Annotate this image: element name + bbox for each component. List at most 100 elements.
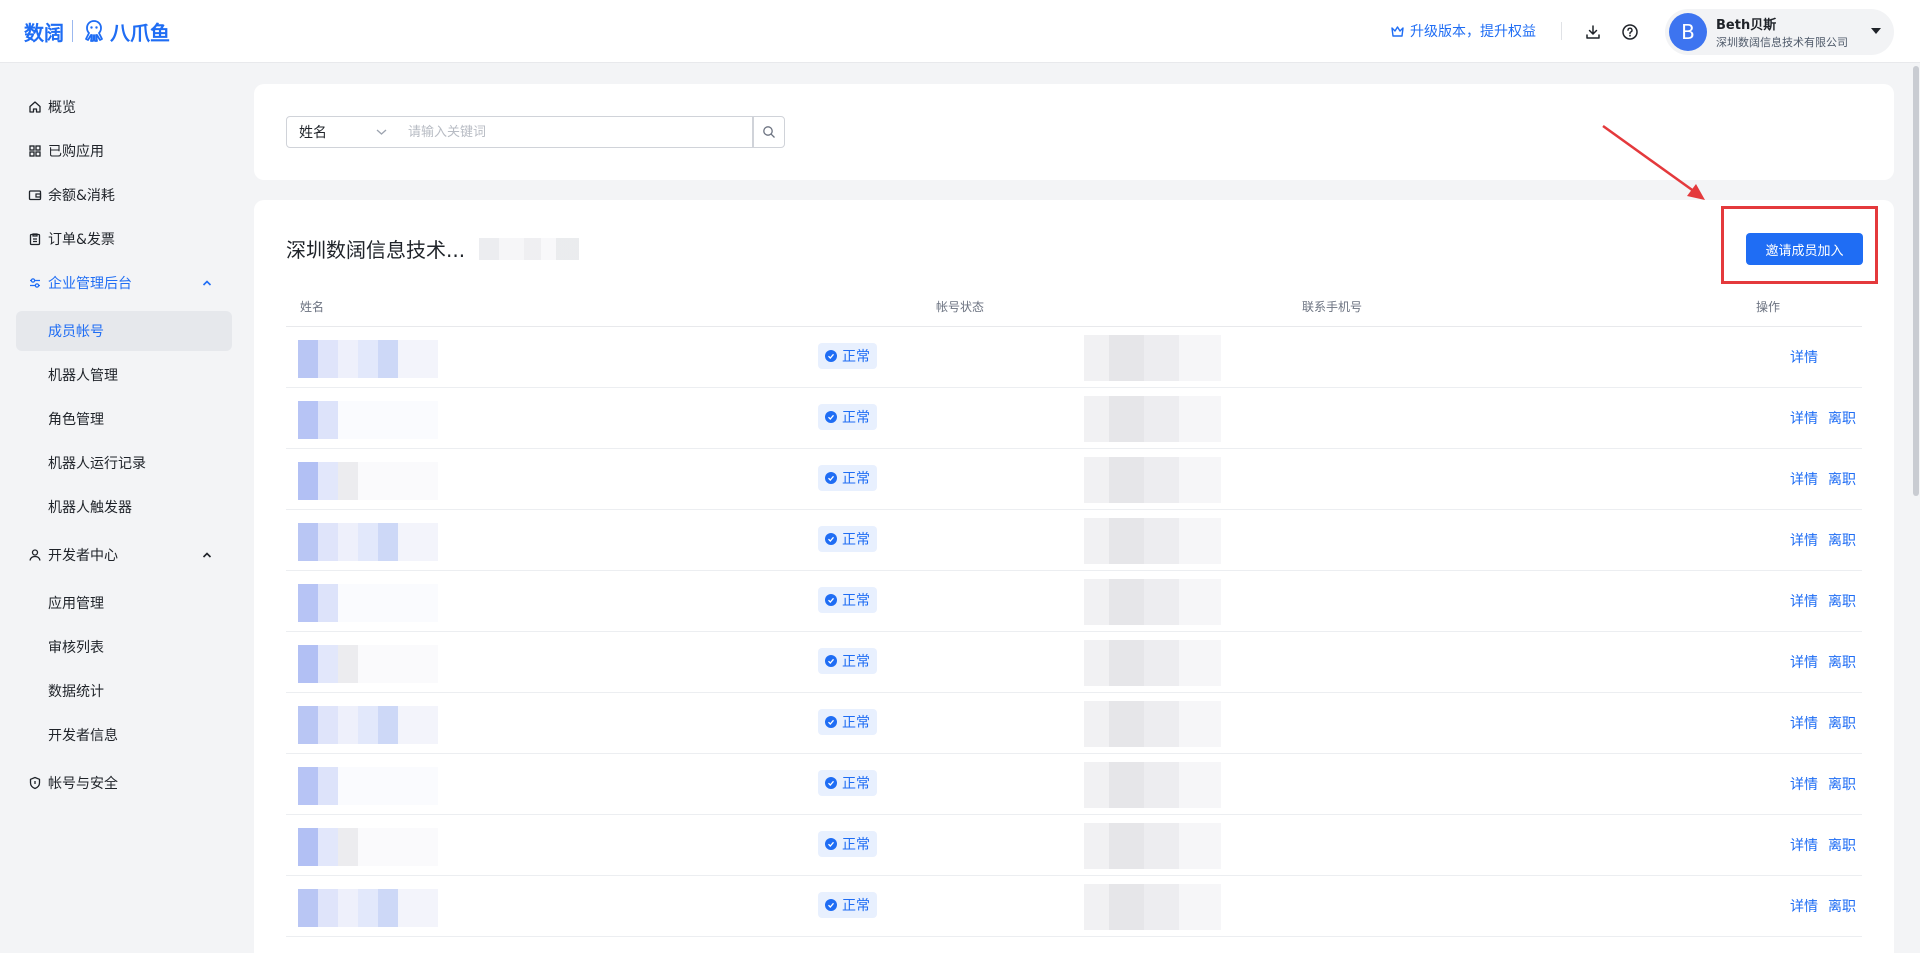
sidebar-item-label: 概览: [48, 100, 76, 116]
caret-down-icon: [1871, 28, 1881, 34]
logo-brand-left: 数阔: [24, 20, 64, 45]
logo[interactable]: 数阔 八爪鱼: [24, 16, 170, 46]
table-row: 正常 详情 离职: [286, 632, 1862, 693]
resign-link[interactable]: 离职: [1828, 896, 1856, 916]
shield-icon: [29, 776, 41, 790]
sidebar-item-statistics[interactable]: 数据统计: [16, 671, 232, 711]
chevron-down-icon: [376, 129, 387, 135]
annotation-arrow: [1602, 124, 1705, 200]
redacted-phone: [1084, 701, 1221, 747]
table-row: 正常 详情 离职: [286, 388, 1862, 449]
status-label: 正常: [842, 593, 870, 609]
resign-link[interactable]: 离职: [1828, 591, 1856, 611]
redacted-name: [298, 828, 438, 866]
redacted-phone: [1084, 396, 1221, 442]
logo-divider: [72, 20, 73, 42]
redacted-phone: [1084, 884, 1221, 930]
sidebar-item-balance[interactable]: 余额&消耗: [16, 175, 232, 215]
column-header-phone: 联系手机号: [1302, 300, 1363, 314]
sidebar-item-triggers[interactable]: 机器人触发器: [16, 487, 232, 527]
members-panel: 深圳数阔信息技术... 邀请成员加入 姓名 帐号状态 联系手机号 操作 正常 详情…: [254, 200, 1894, 953]
detail-link[interactable]: 详情: [1790, 774, 1818, 794]
user-name: Beth贝斯: [1716, 18, 1777, 33]
column-header-status: 帐号状态: [936, 300, 985, 314]
check-circle-icon: [825, 594, 837, 606]
user-menu[interactable]: B Beth贝斯 深圳数阔信息技术有限公司: [1665, 9, 1894, 55]
scrollbar[interactable]: [1911, 64, 1920, 953]
detail-link[interactable]: 详情: [1790, 652, 1818, 672]
detail-link[interactable]: 详情: [1790, 591, 1818, 611]
sidebar-item-account-security[interactable]: 帐号与安全: [16, 763, 232, 803]
status-label: 正常: [842, 776, 870, 792]
detail-link[interactable]: 详情: [1790, 713, 1818, 733]
table-row: 正常 详情: [286, 327, 1862, 388]
wallet-icon: [28, 190, 42, 201]
redacted-phone: [1084, 579, 1221, 625]
resign-link[interactable]: 离职: [1828, 469, 1856, 489]
detail-link[interactable]: 详情: [1790, 530, 1818, 550]
avatar: B: [1669, 13, 1707, 51]
column-header-name: 姓名: [300, 300, 325, 314]
resign-link[interactable]: 离职: [1828, 774, 1856, 794]
status-badge: 正常: [818, 770, 877, 796]
search-icon: [763, 126, 775, 138]
status-label: 正常: [842, 471, 870, 487]
sidebar-item-review-list[interactable]: 审核列表: [16, 627, 232, 667]
sidebar-item-developer-info[interactable]: 开发者信息: [16, 715, 232, 755]
sidebar-item-label: 已购应用: [48, 144, 104, 160]
resign-link[interactable]: 离职: [1828, 652, 1856, 672]
detail-link[interactable]: 详情: [1790, 347, 1818, 367]
scroll-thumb[interactable]: [1913, 66, 1919, 496]
redacted-name: [298, 462, 438, 500]
resign-link[interactable]: 离职: [1828, 835, 1856, 855]
sidebar-item-orders[interactable]: 订单&发票: [16, 219, 232, 259]
search-button[interactable]: [753, 116, 785, 148]
detail-link[interactable]: 详情: [1790, 469, 1818, 489]
table-row: 正常 详情 离职: [286, 815, 1862, 876]
sidebar-item-run-logs[interactable]: 机器人运行记录: [16, 443, 232, 483]
redacted-phone: [1084, 457, 1221, 503]
check-circle-icon: [825, 777, 837, 789]
sidebar-group-developer[interactable]: 开发者中心: [16, 535, 232, 575]
status-badge: 正常: [818, 404, 877, 430]
org-title: 深圳数阔信息技术...: [286, 238, 466, 262]
redacted-name: [298, 584, 438, 622]
sidebar-item-overview[interactable]: 概览: [16, 87, 232, 127]
header-divider: [1561, 22, 1562, 40]
upgrade-link[interactable]: 升级版本，提升权益: [1390, 20, 1536, 42]
redacted-phone: [1084, 640, 1221, 686]
redacted-name: [298, 523, 438, 561]
redacted-name: [298, 401, 438, 439]
detail-link[interactable]: 详情: [1790, 835, 1818, 855]
search-input[interactable]: [397, 116, 753, 148]
sidebar-item-label: 余额&消耗: [48, 188, 115, 204]
sidebar-item-purchased-apps[interactable]: 已购应用: [16, 131, 232, 171]
sidebar-item-app-management[interactable]: 应用管理: [16, 583, 232, 623]
download-icon[interactable]: [1583, 22, 1603, 42]
sidebar-item-label: 帐号与安全: [48, 776, 118, 792]
detail-link[interactable]: 详情: [1790, 408, 1818, 428]
resign-link[interactable]: 离职: [1828, 530, 1856, 550]
detail-link[interactable]: 详情: [1790, 896, 1818, 916]
sidebar: 概览 已购应用 余额&消耗 订单&发票 企业管理后台 成员帐号 机器人管理 角色…: [0, 64, 240, 953]
status-badge: 正常: [818, 831, 877, 857]
sidebar-item-robots[interactable]: 机器人管理: [16, 355, 232, 395]
search-field-select[interactable]: 姓名: [286, 116, 398, 148]
sidebar-group-enterprise[interactable]: 企业管理后台: [16, 263, 232, 303]
status-label: 正常: [842, 349, 870, 365]
status-badge: 正常: [818, 465, 877, 491]
sidebar-item-label: 企业管理后台: [48, 276, 132, 292]
resign-link[interactable]: 离职: [1828, 408, 1856, 428]
settings-sliders-icon: [30, 278, 40, 288]
sidebar-item-members[interactable]: 成员帐号: [16, 311, 232, 351]
redacted-phone: [1084, 335, 1221, 381]
help-icon[interactable]: [1620, 22, 1640, 42]
search-field-value: 姓名: [299, 125, 327, 141]
sidebar-item-roles[interactable]: 角色管理: [16, 399, 232, 439]
chevron-up-icon: [202, 280, 212, 286]
check-circle-icon: [825, 899, 837, 911]
sidebar-item-label: 开发者中心: [48, 548, 118, 564]
status-badge: 正常: [818, 709, 877, 735]
resign-link[interactable]: 离职: [1828, 713, 1856, 733]
redacted-phone: [1084, 762, 1221, 808]
